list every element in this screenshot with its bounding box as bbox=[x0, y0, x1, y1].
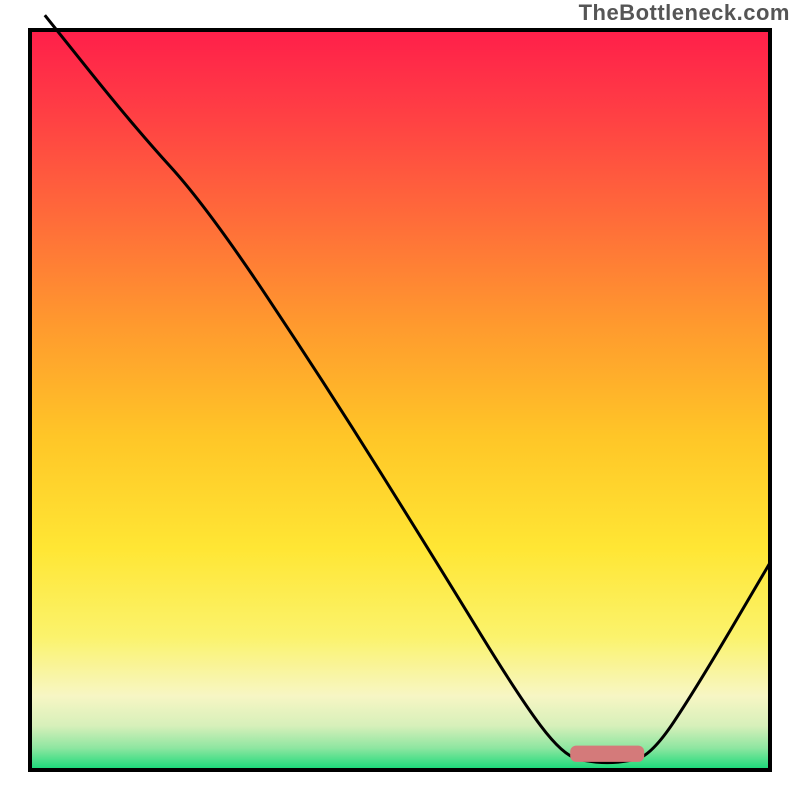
optimal-marker bbox=[570, 746, 644, 762]
attribution-text: TheBottleneck.com bbox=[579, 0, 790, 26]
plot-background bbox=[30, 30, 770, 770]
chart-container: TheBottleneck.com bbox=[0, 0, 800, 800]
bottleneck-chart bbox=[0, 0, 800, 800]
